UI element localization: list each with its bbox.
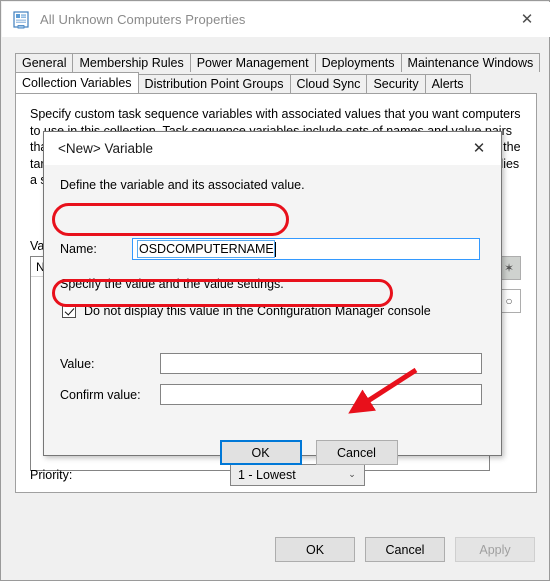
hide-value-checkbox-row[interactable]: Do not display this value in the Configu… <box>62 304 431 318</box>
priority-label: Priority: <box>30 468 73 482</box>
name-input-value: OSDCOMPUTERNAME <box>137 240 275 258</box>
new-variable-intro: Define the variable and its associated v… <box>60 178 305 192</box>
name-input[interactable]: OSDCOMPUTERNAME <box>132 238 480 260</box>
new-variable-dialog: <New> Variable ✕ Define the variable and… <box>43 131 502 465</box>
priority-select[interactable]: 1 - Lowest ⌄ <box>230 464 365 486</box>
new-variable-title: <New> Variable <box>58 141 154 156</box>
apply-button: Apply <box>455 537 535 562</box>
tab-cloud-sync[interactable]: Cloud Sync <box>289 74 368 93</box>
value-input[interactable] <box>160 353 482 374</box>
priority-row: Priority: 1 - Lowest ⌄ <box>30 464 510 486</box>
window-title: All Unknown Computers Properties <box>40 12 246 27</box>
tab-deployments[interactable]: Deployments <box>314 53 402 72</box>
properties-document-icon <box>12 10 30 29</box>
chevron-down-icon: ⌄ <box>348 470 356 480</box>
tab-power-management[interactable]: Power Management <box>189 53 316 72</box>
confirm-value-label: Confirm value: <box>60 387 141 402</box>
tab-general[interactable]: General <box>15 53 74 72</box>
text-caret <box>274 241 276 257</box>
tab-security[interactable]: Security <box>366 74 426 93</box>
confirm-value-row: Confirm value: <box>60 384 485 405</box>
tab-row-1: General Membership Rules Power Managemen… <box>15 51 541 72</box>
new-variable-title-bar: <New> Variable ✕ <box>44 132 501 165</box>
tab-maintenance-windows[interactable]: Maintenance Windows <box>400 53 541 72</box>
tab-membership-rules[interactable]: Membership Rules <box>72 53 191 72</box>
close-icon[interactable]: ✕ <box>457 132 501 164</box>
close-icon[interactable]: ✕ <box>504 2 550 36</box>
modal-ok-button[interactable]: OK <box>219 440 302 465</box>
modal-cancel-button[interactable]: Cancel <box>315 440 398 465</box>
tab-distribution-point-groups[interactable]: Distribution Point Groups <box>137 74 291 93</box>
name-row: Name: OSDCOMPUTERNAME <box>60 238 485 260</box>
name-label: Name: <box>60 242 97 256</box>
dialog-footer: OK Cancel Apply <box>1 537 550 562</box>
tab-row-2: Collection Variables Distribution Point … <box>15 72 537 93</box>
tab-collection-variables[interactable]: Collection Variables <box>15 72 139 93</box>
new-variable-body: Define the variable and its associated v… <box>44 165 501 465</box>
hide-value-checkbox[interactable] <box>62 304 76 318</box>
window-title-bar: All Unknown Computers Properties ✕ <box>2 2 550 37</box>
tab-alerts[interactable]: Alerts <box>424 74 471 93</box>
confirm-value-input[interactable] <box>160 384 482 405</box>
value-row: Value: <box>60 353 485 374</box>
priority-select-value: 1 - Lowest <box>238 468 296 482</box>
tab-strip: General Membership Rules Power Managemen… <box>15 51 541 93</box>
value-settings-text: Specify the value and the value settings… <box>60 277 284 291</box>
ok-button[interactable]: OK <box>275 537 355 562</box>
value-label: Value: <box>60 356 95 371</box>
cancel-button[interactable]: Cancel <box>365 537 445 562</box>
new-variable-footer: OK Cancel <box>44 440 501 465</box>
hide-value-checkbox-label: Do not display this value in the Configu… <box>84 304 431 318</box>
